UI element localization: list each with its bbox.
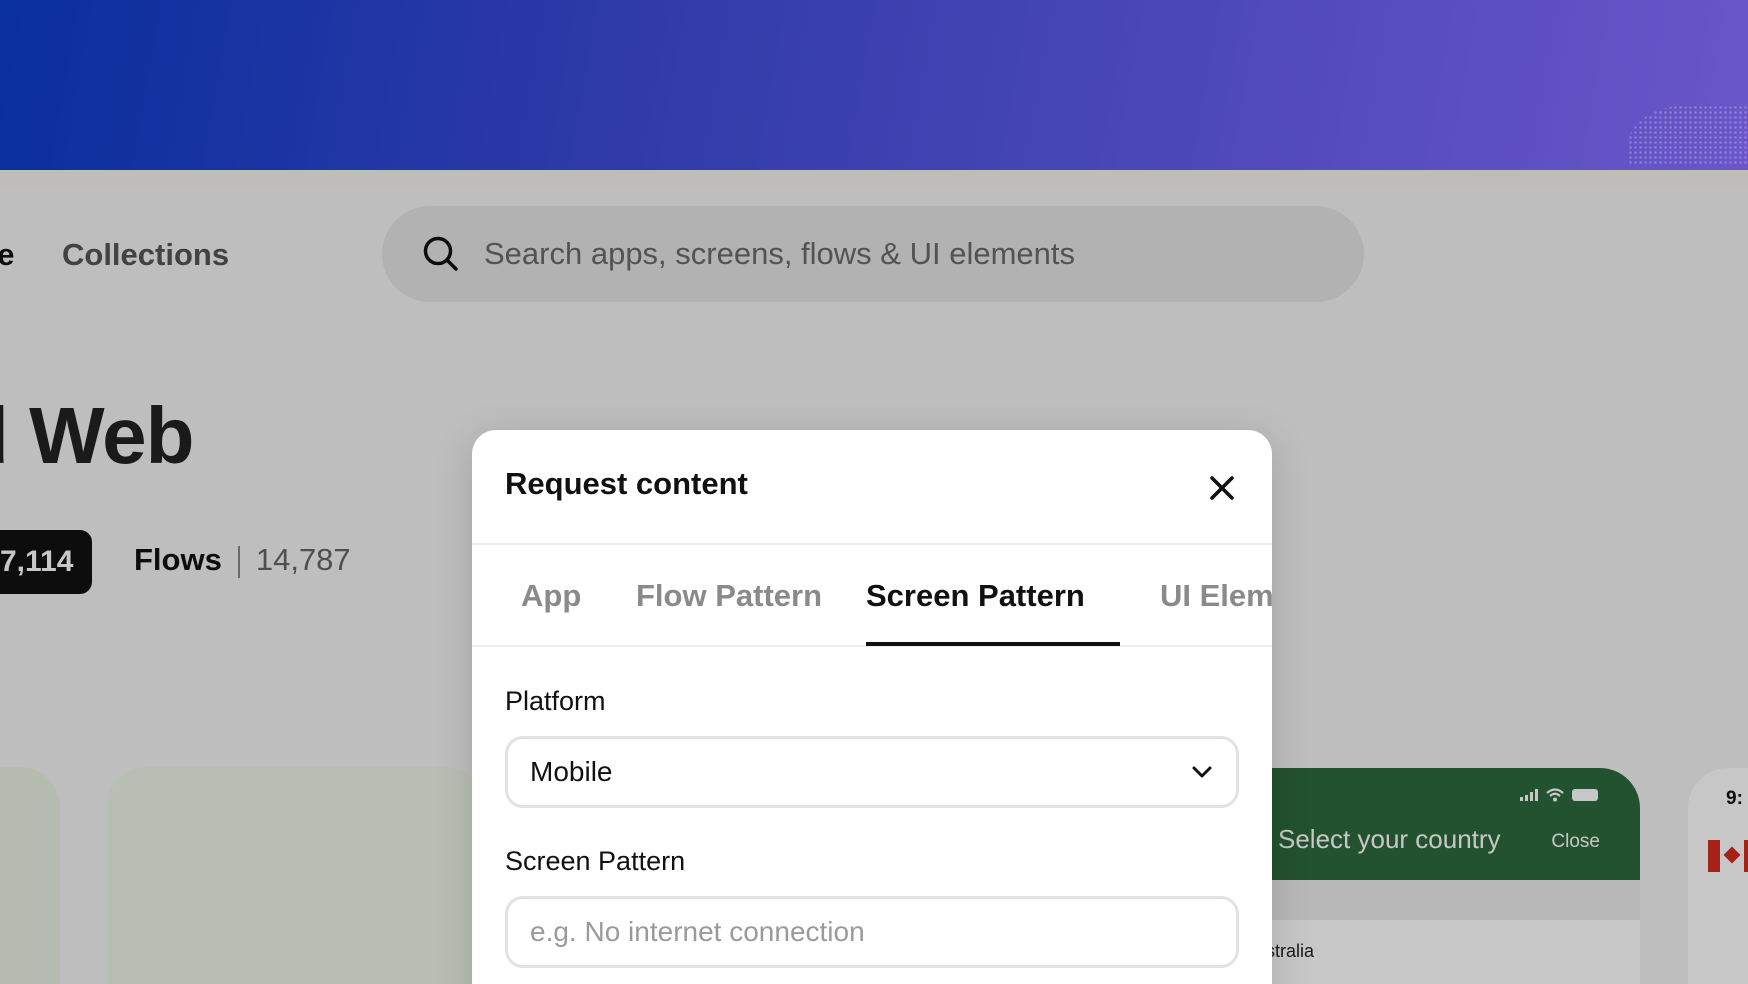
modal-title: Request content <box>505 466 748 501</box>
platform-select[interactable]: Mobile <box>505 736 1239 808</box>
hero-banner <box>0 0 1748 170</box>
platform-label: Platform <box>505 686 606 716</box>
tab-ui-elements[interactable]: UI Elem <box>1160 545 1272 647</box>
close-icon[interactable] <box>1202 468 1242 508</box>
banner-pattern <box>1628 105 1748 165</box>
chevron-down-icon <box>1192 766 1212 778</box>
tab-screen-pattern[interactable]: Screen Pattern <box>866 545 1085 647</box>
request-content-modal: Request content App Flow Pattern Screen … <box>472 430 1272 984</box>
active-tab-indicator <box>866 642 1120 646</box>
platform-selected-value: Mobile <box>530 756 613 787</box>
tab-flow-pattern[interactable]: Flow Pattern <box>636 545 822 647</box>
screen-pattern-input[interactable] <box>505 896 1239 968</box>
request-type-tabs: App Flow Pattern Screen Pattern UI Elem <box>472 545 1272 647</box>
screen-pattern-label: Screen Pattern <box>505 846 686 876</box>
tab-app[interactable]: App <box>521 545 581 647</box>
